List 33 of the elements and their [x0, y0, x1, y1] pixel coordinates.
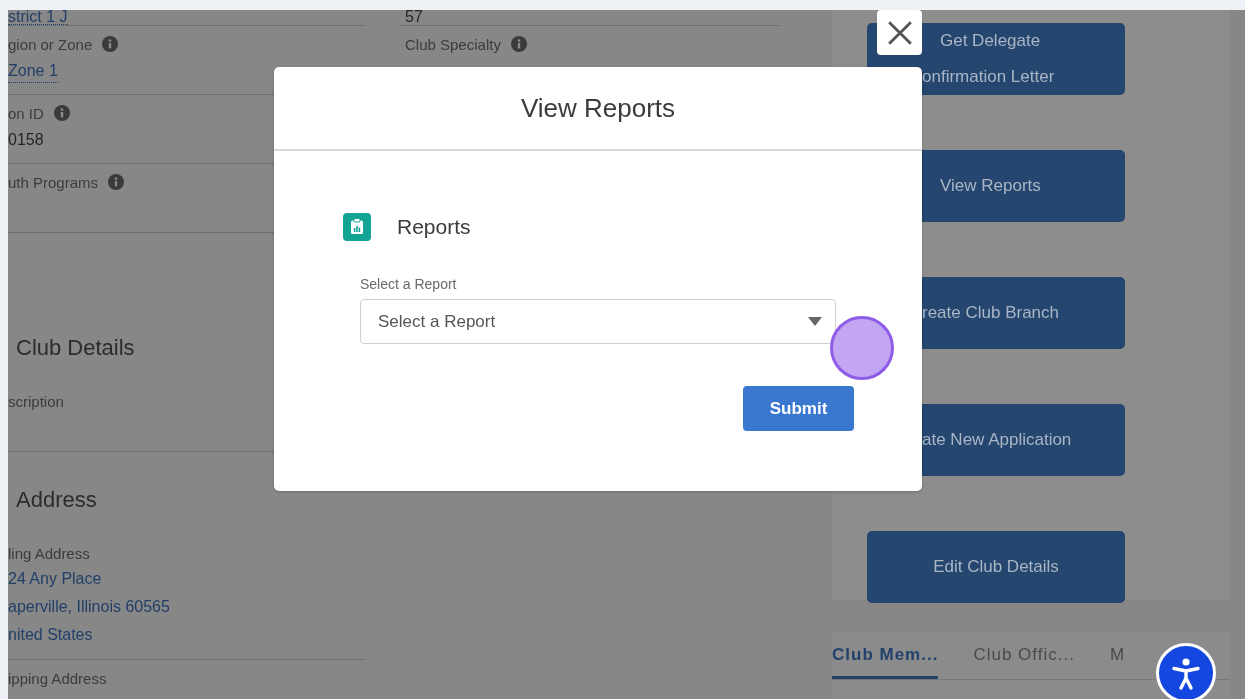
- field-label: on ID: [8, 104, 44, 122]
- address-link[interactable]: aperville, Illinois 60565: [8, 593, 365, 621]
- report-select[interactable]: Select a Report: [360, 299, 836, 344]
- field-value: 0158: [8, 130, 45, 150]
- field-label: uth Programs: [8, 173, 99, 191]
- field-label: ipping Address: [8, 669, 107, 687]
- section-heading: Club Details: [15, 334, 136, 362]
- info-icon[interactable]: [510, 36, 527, 52]
- field-label: ling Address: [8, 544, 90, 562]
- field-label: gion or Zone: [8, 35, 93, 53]
- info-icon[interactable]: [102, 36, 119, 52]
- report-clipboard-icon: [343, 213, 371, 241]
- caret-down-icon: [808, 317, 822, 326]
- section-heading: Address: [15, 486, 98, 514]
- tab[interactable]: Club Mem...: [832, 645, 939, 679]
- submit-button[interactable]: Submit: [743, 386, 854, 431]
- close-icon: [886, 19, 913, 46]
- field-link[interactable]: strict 1 J: [8, 10, 68, 25]
- field-label: scription: [8, 392, 64, 410]
- info-icon[interactable]: [108, 174, 125, 190]
- tab[interactable]: Club Offic...: [973, 645, 1075, 679]
- modal-title: View Reports: [520, 92, 676, 124]
- field-label: Select a Report: [360, 276, 458, 292]
- field-link[interactable]: Zone 1: [8, 60, 58, 83]
- tab[interactable]: M: [1109, 645, 1126, 679]
- field-value: 57: [405, 10, 423, 25]
- field-label: Club Specialty: [405, 35, 501, 53]
- address-link[interactable]: 24 Any Place: [8, 565, 365, 593]
- address-link[interactable]: nited States: [8, 621, 365, 649]
- close-button[interactable]: [877, 10, 922, 55]
- section-title: Reports: [397, 215, 471, 239]
- action-button[interactable]: Edit Club Details: [867, 531, 1125, 603]
- info-icon[interactable]: [53, 105, 70, 121]
